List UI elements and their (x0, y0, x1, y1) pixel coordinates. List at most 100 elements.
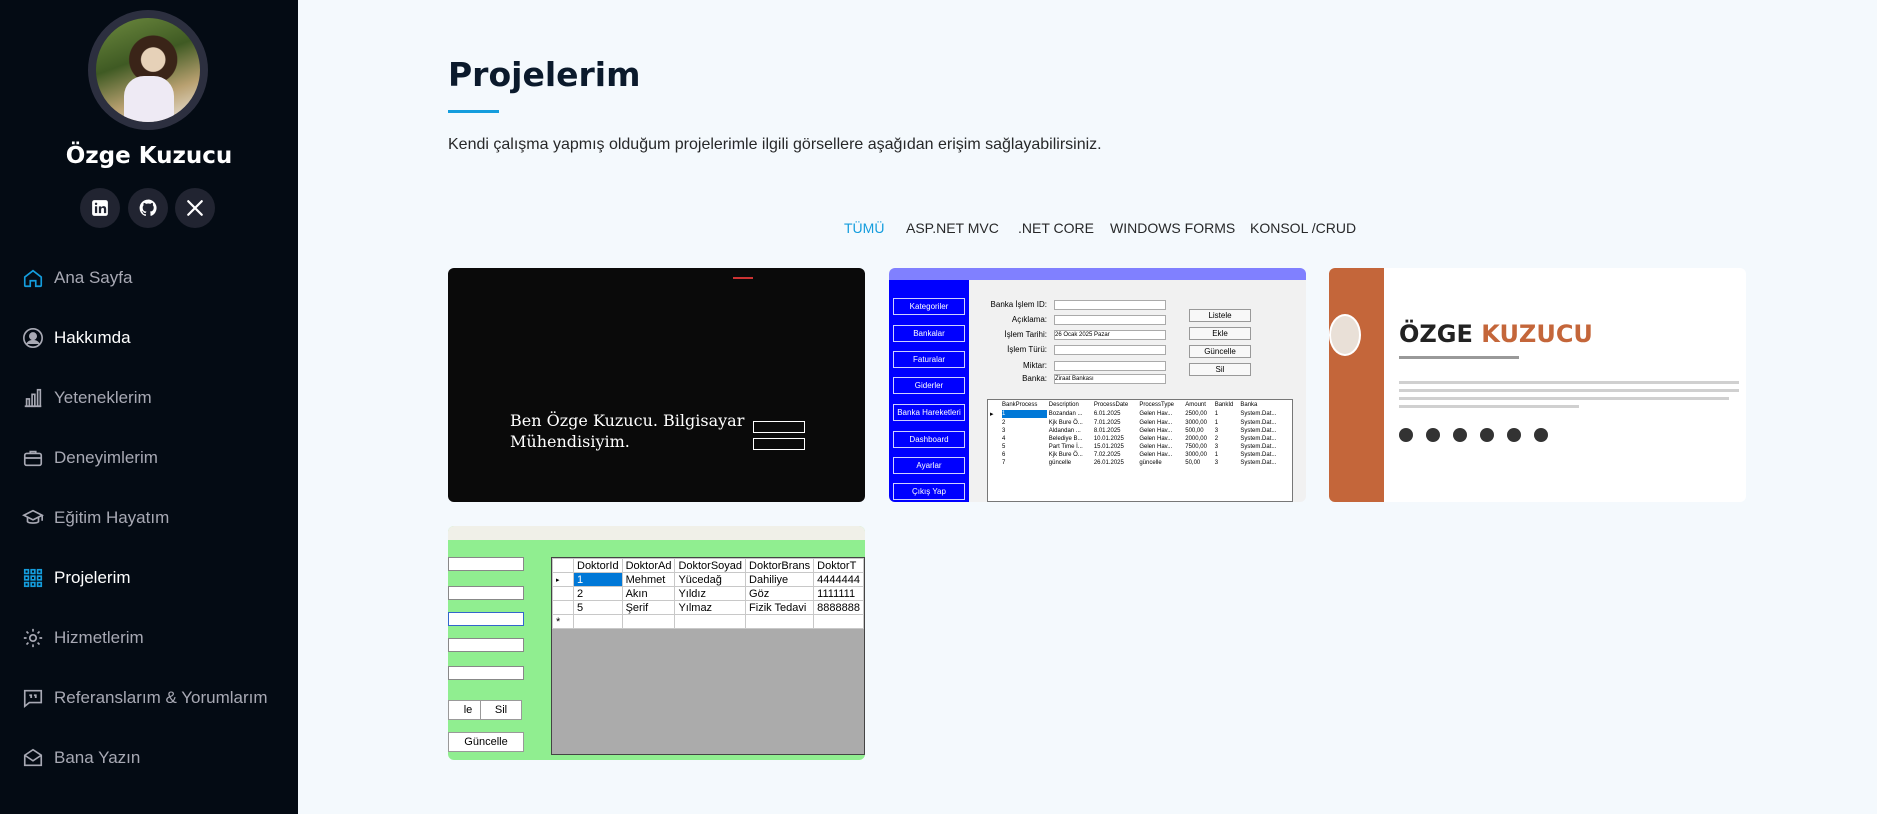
grid-cell: System.Dat... (1240, 460, 1277, 466)
grid-cell: Part Time İ... (1048, 444, 1083, 450)
github-button[interactable] (128, 188, 168, 228)
grid-header-cell: DoktorBrans (745, 558, 815, 573)
nav-item-hizmetlerim[interactable]: Hizmetlerim (22, 618, 144, 658)
form-input (1054, 315, 1166, 325)
x-button[interactable] (175, 188, 215, 228)
grid-cell: Gelen Hav... (1139, 420, 1173, 426)
form-label: Banka: (1022, 374, 1047, 383)
grid-cell: 7.01.2025 (1093, 420, 1121, 426)
cv-text-line (1399, 397, 1729, 400)
grid-cell: 2 (1214, 436, 1219, 442)
form-input (448, 586, 524, 600)
grid-header-cell: Description (1048, 402, 1079, 408)
filter-tumu[interactable]: TÜMÜ (844, 220, 884, 236)
grid-cell: Gelen Hav... (1139, 452, 1173, 458)
filter-konsol-crud[interactable]: KONSOL /CRUD (1250, 220, 1356, 236)
table-row: 6 Kjk Bure Ö... 7.02.2025 Gelen Hav... 3000,… (990, 452, 1286, 458)
form-input (448, 557, 524, 571)
grid-header-cell: DoktorAd (621, 558, 676, 573)
table-row-new: * (552, 614, 864, 629)
table-row: 5 Şerif Yılmaz Fizik Tedavi 8888888 (552, 600, 864, 615)
nav-item-referanslarim[interactable]: Referanslarım & Yorumlarım (22, 678, 268, 718)
form-button: Güncelle (448, 732, 524, 752)
form-input (448, 666, 524, 680)
grid-header-cell: DoktorT (813, 558, 864, 573)
nav-label: Eğitim Hayatım (54, 508, 170, 527)
window-titlebar (448, 526, 865, 540)
grid-cell: Mehmet (621, 572, 676, 587)
form-side-button: Faturalar (893, 351, 965, 368)
form-input (1054, 361, 1166, 371)
gear-icon (23, 628, 43, 648)
grid-cell: 3 (1002, 428, 1006, 434)
form-action-button: Ekle (1189, 327, 1251, 340)
decor-line (733, 277, 753, 279)
grid-cell: 7500,00 (1185, 444, 1207, 450)
cv-text-line (1399, 405, 1579, 408)
github-icon (139, 199, 157, 217)
filter-net-core[interactable]: .NET CORE (1018, 220, 1094, 236)
grid-cell: 2000,00 (1185, 436, 1207, 442)
table-row: ▸ 1 Bozandan ... 6.01.2025 Gelen Hav... 2500,… (990, 410, 1286, 418)
form-action-button: Sil (1189, 363, 1251, 376)
page-title: Projelerim (448, 55, 641, 94)
nav-label: Ana Sayfa (54, 268, 133, 287)
grid-cell: 3 (1214, 428, 1219, 434)
form-label: İşlem Tarihi: (1004, 330, 1047, 339)
grid-header-cell: ProcessType (1139, 402, 1175, 408)
project-card-banka-hareketleri[interactable]: Kategoriler Bankalar Faturalar Giderler … (889, 268, 1306, 502)
linkedin-button[interactable] (80, 188, 120, 228)
form-label: İşlem Türü: (1007, 345, 1047, 354)
table-row: 4 Belediye B... 10.01.2025 Gelen Hav... 2000… (990, 436, 1286, 442)
project-card-doktor-form[interactable]: le Sil Güncelle DoktorId DoktorAd DoktorSo… (448, 526, 865, 760)
form-select (448, 612, 524, 626)
grid-cell: Gelen Hav... (1139, 428, 1173, 434)
nav-item-ana-sayfa[interactable]: Ana Sayfa (22, 258, 132, 298)
grid-cell: 10.01.2025 (1093, 436, 1124, 442)
grid-cell: Gelen Hav... (1139, 436, 1173, 442)
grid-cell: System.Dat... (1240, 444, 1277, 450)
hero-button-2 (753, 438, 805, 450)
grid-cell: Yıldız (674, 586, 747, 601)
grid-cell: Yılmaz (674, 600, 747, 615)
grid-cell: Şerif (621, 600, 676, 615)
form-label: Banka İşlem ID: (990, 300, 1047, 309)
grid-cell: 8888888 (813, 600, 864, 615)
grid-header-cell: Amount (1185, 402, 1206, 408)
nav-item-deneyimlerim[interactable]: Deneyimlerim (22, 438, 158, 478)
project-card-cv-site[interactable]: ÖZGE KUZUCU (1329, 268, 1746, 502)
grid-cell: 7.02.2025 (1093, 452, 1121, 458)
form-side-button: Kategoriler (893, 298, 965, 315)
grid-cell: güncelle (1139, 460, 1162, 466)
nav-item-yeteneklerim[interactable]: Yeteneklerim (22, 378, 152, 418)
grid-cell: 8.01.2025 (1093, 428, 1121, 434)
grid-cell: 3 (1214, 460, 1219, 466)
nav-item-egitim-hayatim[interactable]: Eğitim Hayatım (22, 498, 169, 538)
nav-item-projelerim[interactable]: Projelerim (22, 558, 131, 598)
grid-cell: 1 (1214, 452, 1219, 458)
form-bank-select: Ziraat Bankası (1054, 374, 1166, 384)
grid-cell: System.Dat... (1240, 452, 1277, 458)
nav-item-hakkimda[interactable]: Hakkımda (22, 318, 131, 358)
grid-icon (23, 568, 43, 588)
grid-cell: 4444444 (813, 572, 864, 587)
grid-cell: Dahiliye (745, 572, 815, 587)
grid-cell: 6 (1002, 452, 1006, 458)
nav-item-bana-yazin[interactable]: Bana Yazın (22, 738, 140, 778)
grid-cell: 1111111 (813, 586, 864, 601)
grid-cell: 2 (573, 586, 623, 601)
form-action-button: Güncelle (1189, 345, 1251, 358)
form-button: Sil (480, 700, 522, 720)
table-row: ▸ 1 Mehmet Yücedağ Dahiliye 4444444 (552, 572, 864, 587)
filter-aspnet-mvc[interactable]: ASP.NET MVC (906, 220, 999, 236)
grid-cell: Belediye B... (1048, 436, 1083, 442)
nav-label: Projelerim (54, 568, 131, 587)
project-card-portfolio-site[interactable]: Ben Özge Kuzucu. Bilgisayar Mühendisiyim… (448, 268, 865, 502)
cv-subtitle (1399, 356, 1519, 359)
cv-social-dot (1453, 428, 1467, 442)
table-row: 5 Part Time İ... 15.01.2025 Gelen Hav... 750… (990, 444, 1286, 450)
grid-cell: 7 (1002, 460, 1006, 466)
filter-windows-forms[interactable]: WINDOWS FORMS (1110, 220, 1235, 236)
table-row: 7 güncelle 26.01.2025 güncelle 50,00 3 System.… (990, 460, 1286, 466)
grid-cell: 5 (1002, 444, 1006, 450)
